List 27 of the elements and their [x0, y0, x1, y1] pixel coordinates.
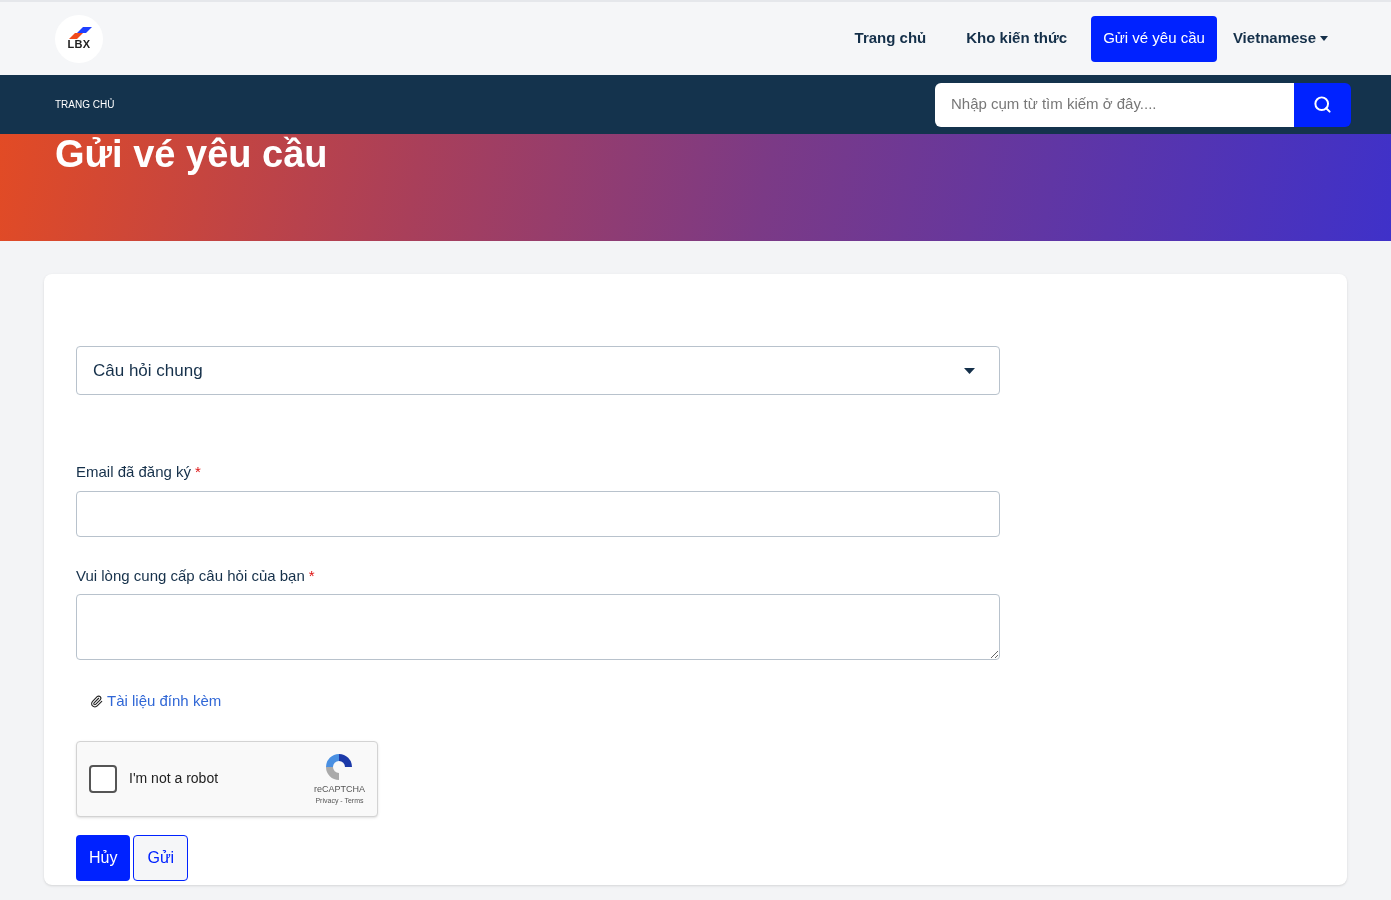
logo[interactable]: LBX	[55, 14, 103, 63]
breadcrumb-link[interactable]: TRANG CHỦ	[55, 97, 115, 112]
page-title: Gửi vé yêu cầu	[55, 134, 329, 174]
submit-button[interactable]: Gửi	[133, 834, 189, 881]
required-mark: *	[308, 565, 315, 586]
search-field[interactable]: Nhập cụm từ tìm kiếm ở đây....	[935, 82, 1294, 127]
captcha-label: I'm not a robot	[129, 769, 219, 788]
field-label: Email đã đăng ký	[76, 462, 192, 482]
captcha-checkbox[interactable]	[89, 764, 117, 793]
question-field[interactable]	[76, 594, 1000, 660]
nav-link[interactable]: Trang chủ	[838, 15, 943, 62]
captcha-brand: reCAPTCHA	[314, 782, 365, 796]
logo-text: LBX	[67, 39, 91, 50]
search-icon	[1313, 95, 1332, 114]
email-field[interactable]	[76, 490, 1000, 537]
cancel-button[interactable]: Hủy	[76, 834, 131, 881]
nav-link[interactable]: Kho kiến thức	[950, 15, 1084, 62]
required-mark: *	[195, 462, 201, 482]
attachment-link[interactable]: Tài liệu đính kèm	[90, 690, 222, 713]
caret-icon	[1320, 36, 1328, 41]
paperclip-icon	[90, 694, 103, 708]
field-label: Vui lòng cung cấp câu hỏi của bạn	[76, 565, 305, 586]
nav-link[interactable]: Gửi vé yêu cầu	[1091, 15, 1217, 62]
caret-icon	[964, 367, 975, 374]
category-select[interactable]: Câu hỏi chung	[76, 346, 1000, 395]
language-dropdown[interactable]: Vietnamese	[1224, 27, 1336, 50]
search-button[interactable]	[1294, 82, 1351, 127]
